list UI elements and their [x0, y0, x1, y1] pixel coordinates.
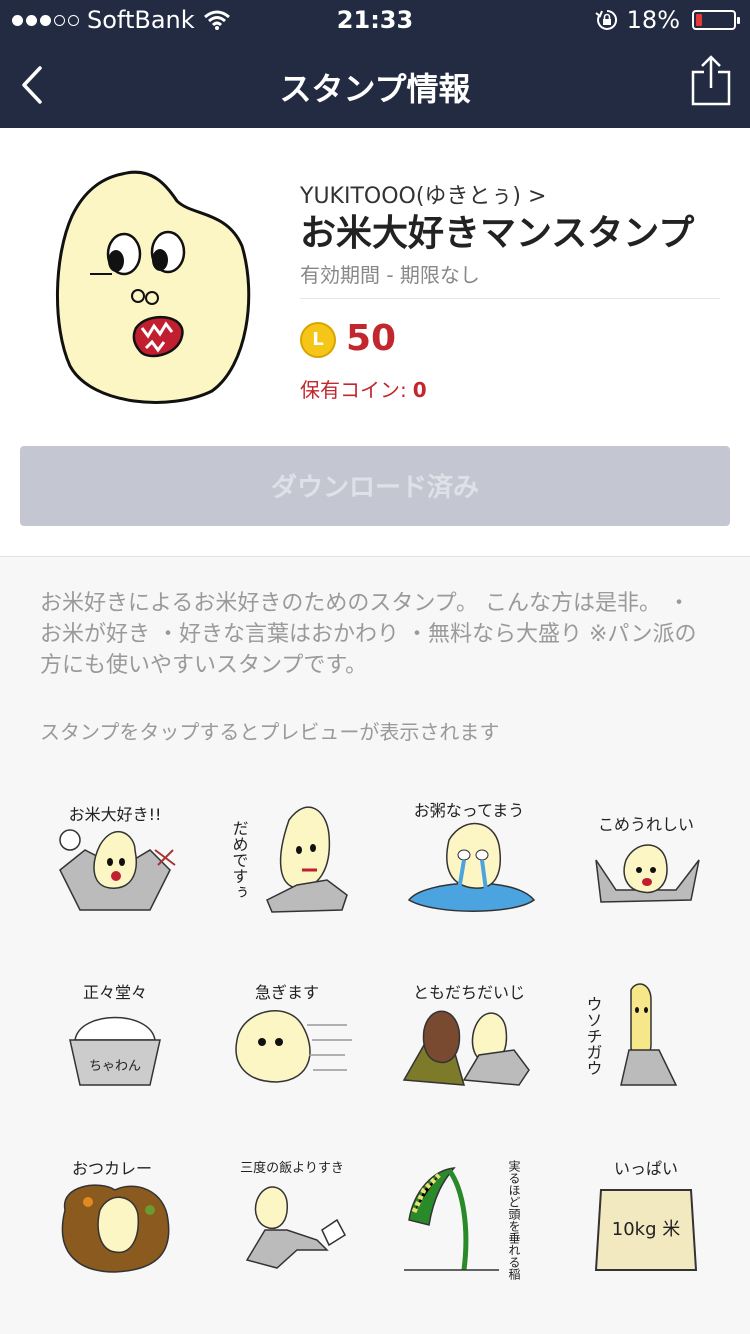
- download-button[interactable]: ダウンロード済み: [20, 446, 730, 526]
- line-coin-icon: L: [300, 322, 336, 358]
- sticker-thumbnail[interactable]: 実るほど頭を垂れる稲穂かな: [394, 1150, 544, 1316]
- sticker-caption: 急ぎます: [255, 983, 319, 1002]
- navigation-bar: スタンプ情報: [0, 40, 750, 128]
- sticker-thumbnail[interactable]: いっぱい 10kg 米: [571, 1150, 721, 1280]
- rotation-lock-icon: [595, 9, 617, 30]
- sticker-thumbnail[interactable]: 正々堂々 ちゃわん: [40, 970, 190, 1100]
- bowl-label: ちゃわん: [89, 1059, 141, 1074]
- sticker-thumbnail[interactable]: お粥なってまう: [394, 790, 544, 920]
- validity-period: 有効期間 - 期限なし: [300, 263, 480, 287]
- sticker-thumbnail[interactable]: だめですぅ: [217, 790, 367, 920]
- status-bar: SoftBank 21:33 18%: [0, 0, 750, 40]
- main-sticker-image: [55, 170, 251, 404]
- sticker-caption: こめうれしい: [598, 815, 694, 834]
- sticker-caption: 実るほど頭を垂れる稲穂かな: [507, 1159, 521, 1280]
- sticker-thumbnail[interactable]: お米大好き!!: [40, 790, 190, 920]
- divider: [300, 298, 720, 299]
- page-title: スタンプ情報: [279, 70, 471, 108]
- sticker-caption: お米大好き!!: [69, 805, 162, 824]
- sticker-info-header: YUKITOOO(ゆきとぅ) > お米大好きマンスタンプ 有効期間 - 期限なし…: [0, 128, 750, 557]
- sticker-thumbnail[interactable]: ウソチガウ: [571, 970, 721, 1100]
- sticker-title: お米大好きマンスタンプ: [300, 213, 695, 254]
- preview-hint: スタンプをタップするとプレビューが表示されます: [40, 720, 500, 744]
- sticker-caption: ウソチガウ: [584, 996, 603, 1076]
- battery-percent: 18%: [626, 6, 680, 34]
- sticker-thumbnail[interactable]: 三度の飯よりすき: [217, 1150, 367, 1280]
- price: 50: [346, 318, 397, 359]
- battery-icon: [692, 10, 740, 30]
- owned-coins-label: 保有コイン:: [300, 378, 407, 402]
- sticker-caption: 三度の飯よりすき: [240, 1160, 344, 1176]
- owned-coins-value: 0: [412, 378, 427, 402]
- sticker-thumbnail[interactable]: ともだちだいじ: [394, 970, 544, 1100]
- rice-bag-label: 10kg 米: [612, 1219, 680, 1240]
- owned-coins: 保有コイン: 0: [300, 374, 427, 403]
- share-icon[interactable]: [690, 54, 732, 108]
- status-right: 18%: [595, 6, 740, 34]
- sticker-thumbnail[interactable]: 急ぎます: [217, 970, 367, 1100]
- sticker-caption: ともだちだいじ: [413, 983, 525, 1002]
- sticker-thumbnail[interactable]: こめうれしい: [571, 790, 721, 920]
- sticker-caption: だめですぅ: [230, 820, 249, 900]
- sticker-thumbnail[interactable]: おつカレー: [40, 1150, 190, 1280]
- sticker-description: お米好きによるお米好きのためのスタンプ。 こんな方は是非。 ・お米が好き ・好き…: [40, 591, 697, 678]
- sticker-caption: いっぱい: [614, 1159, 678, 1178]
- sticker-caption: お粥なってまう: [414, 801, 524, 820]
- sticker-caption: 正々堂々: [83, 983, 147, 1002]
- sticker-caption: おつカレー: [72, 1159, 152, 1178]
